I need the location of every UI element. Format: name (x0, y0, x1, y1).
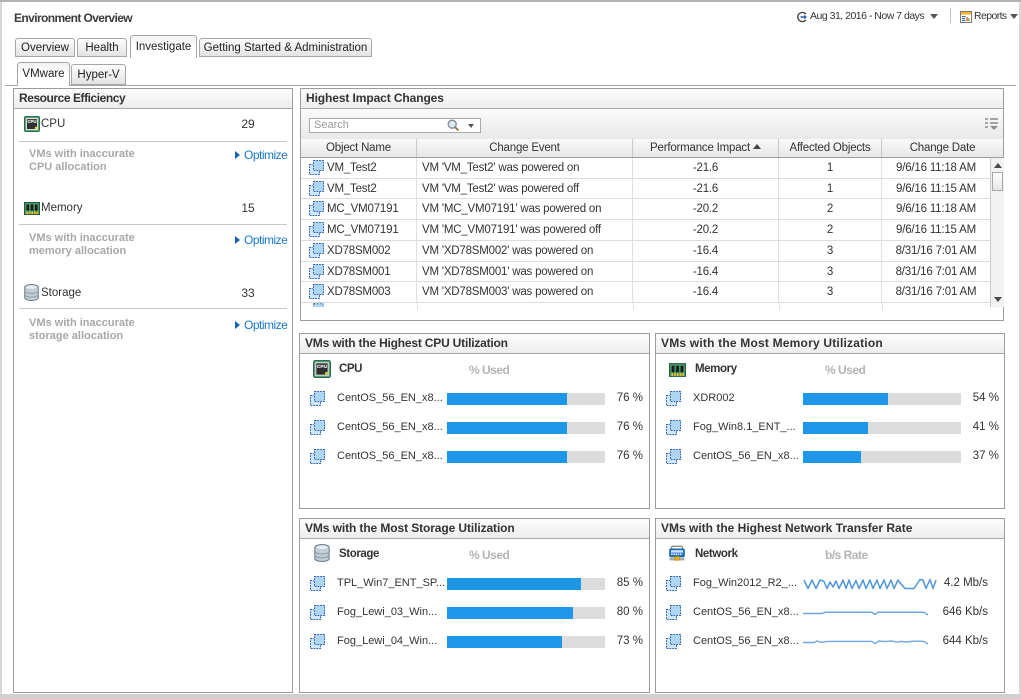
svg-text:CPU: CPU (317, 364, 328, 370)
svg-text:CPU: CPU (27, 119, 36, 124)
